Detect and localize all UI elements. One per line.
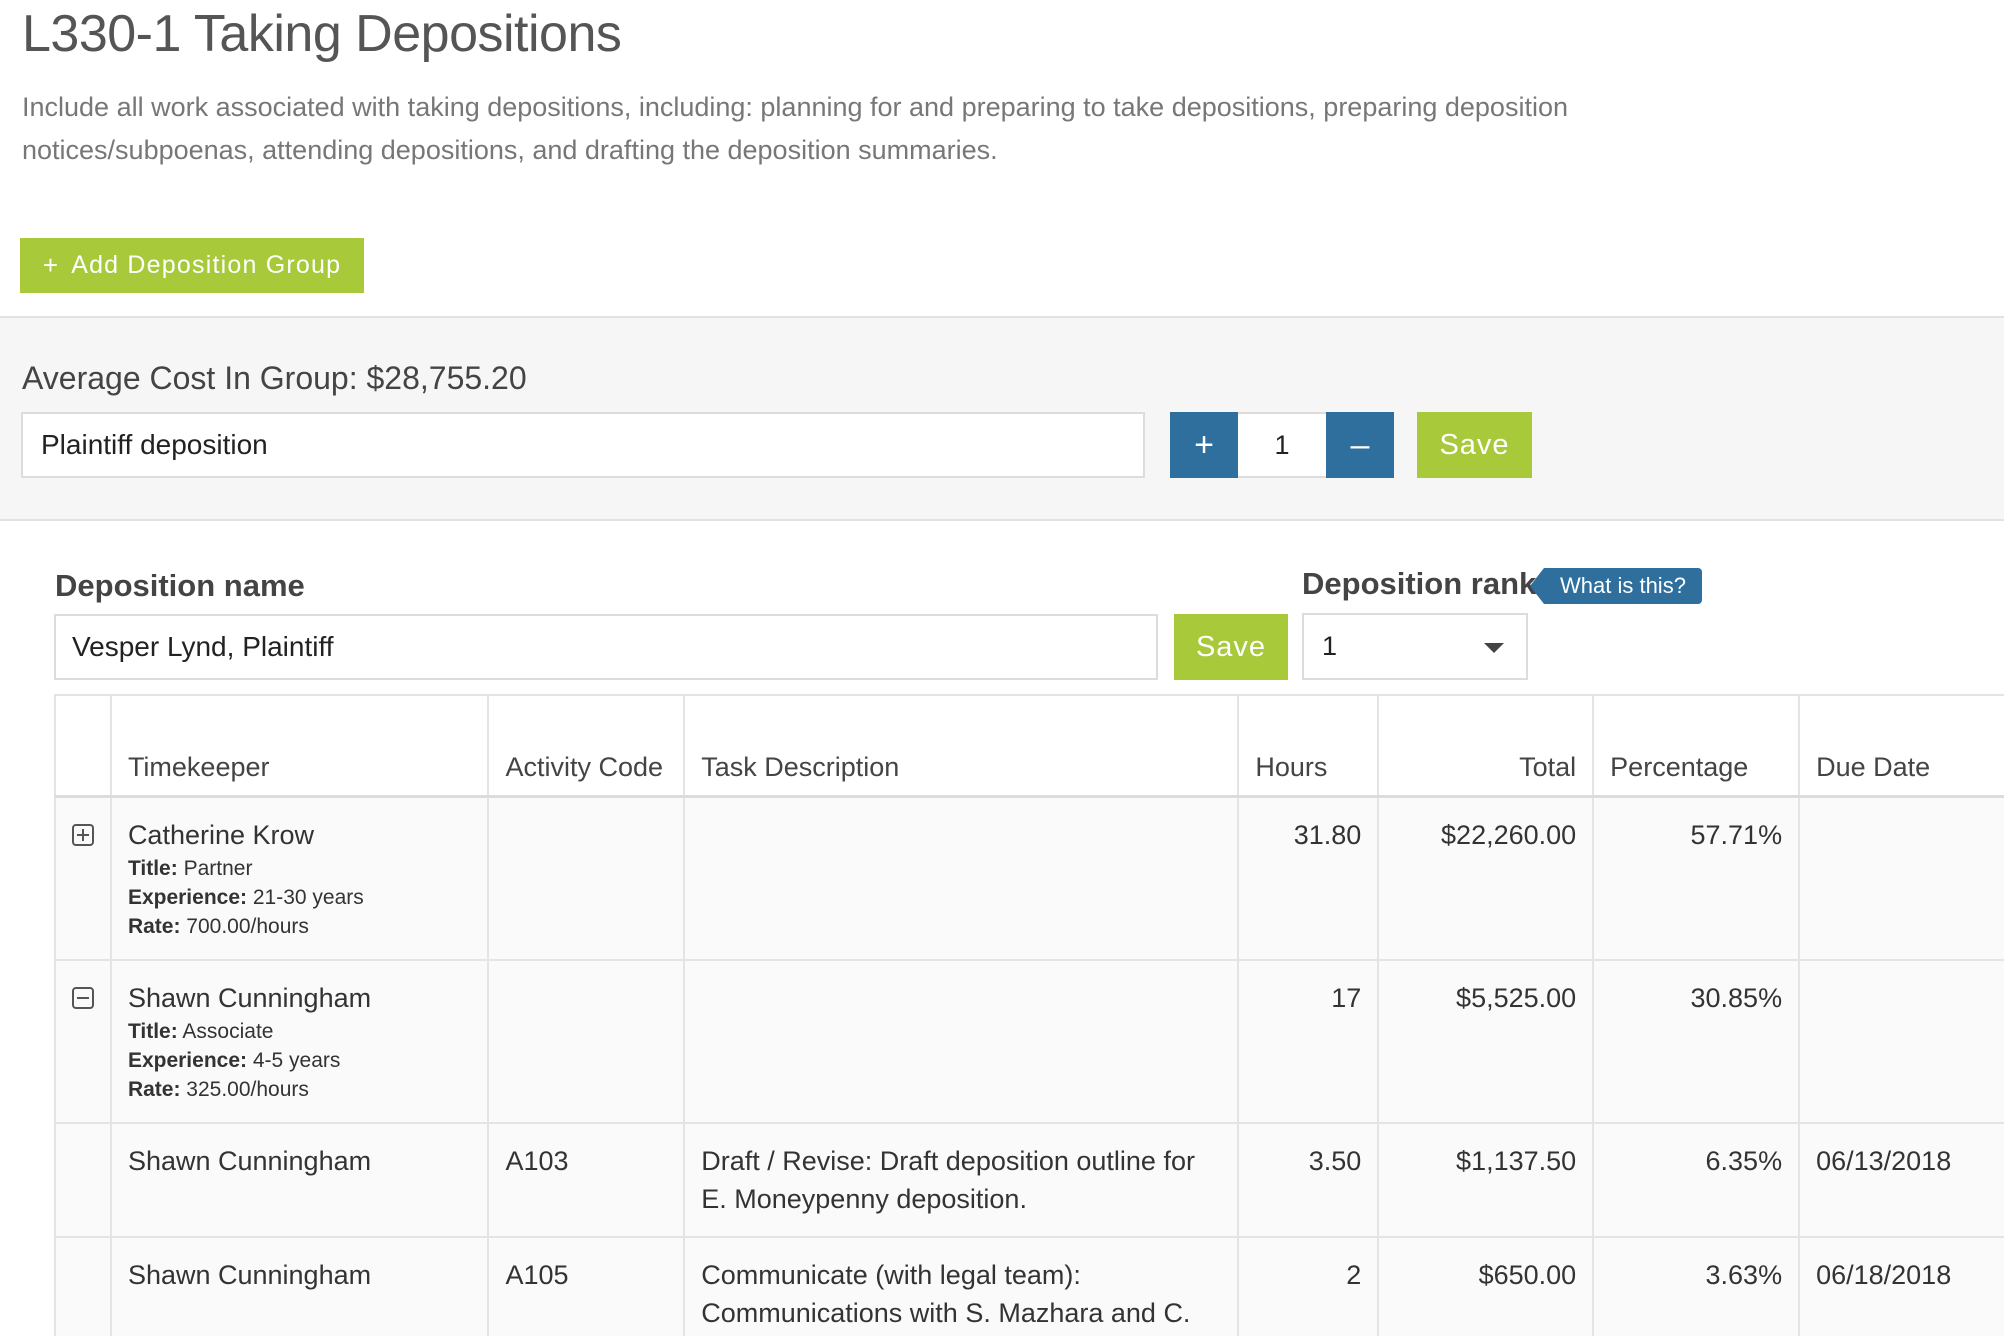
activity-code-cell: A105 (487, 1235, 686, 1336)
plus-square-icon[interactable] (71, 823, 94, 846)
column-header-percentage[interactable]: Percentage (1592, 694, 1801, 798)
column-header-task-description[interactable]: Task Description (683, 694, 1240, 798)
timekeeper-cell: Shawn Cunningham Title: Associate Experi… (109, 958, 490, 1124)
deposition-rank-select[interactable]: 1 (1302, 613, 1528, 680)
timekeeper-experience: Experience: 4-5 years (127, 1048, 341, 1072)
minus-square-icon[interactable] (71, 986, 94, 1009)
add-deposition-group-button[interactable]: + Add Deposition Group (20, 238, 364, 293)
activity-code-cell (487, 795, 686, 961)
timekeeper-cell: Shawn Cunningham (109, 1235, 490, 1336)
column-header-toggle (54, 694, 112, 798)
caret-down-icon (1484, 643, 1504, 653)
task-description-cell (683, 795, 1240, 961)
page-title: L330-1 Taking Depositions (22, 5, 622, 63)
table-header-row: Timekeeper Activity Code Task Descriptio… (54, 694, 2004, 798)
rank-selected-value: 1 (1322, 631, 1338, 661)
deposition-rank-label: Deposition rank (1302, 566, 1537, 601)
timekeeper-title: Title: Associate (127, 1019, 274, 1043)
table-row: Shawn Cunningham A103 Draft / Revise: Dr… (54, 1121, 2004, 1238)
hours-cell: 3.50 (1237, 1121, 1380, 1238)
hours-cell: 2 (1237, 1235, 1380, 1336)
average-cost-label: Average Cost In Group: $28,755.20 (22, 360, 527, 396)
timekeeper-rate: Rate: 700.00/hours (127, 914, 309, 938)
group-name-input[interactable] (21, 412, 1145, 478)
page-description: Include all work associated with taking … (22, 92, 1568, 165)
due-date-cell (1798, 958, 2004, 1124)
column-header-activity-code[interactable]: Activity Code (487, 694, 686, 798)
deposition-name-label: Deposition name (55, 568, 305, 603)
task-description-cell (683, 958, 1240, 1124)
total-cell: $650.00 (1377, 1235, 1595, 1336)
timekeeper-name: Catherine Krow (127, 819, 315, 850)
due-date-cell: 06/13/2018 (1798, 1121, 2004, 1238)
percentage-cell: 3.63% (1592, 1235, 1801, 1336)
due-date-cell (1798, 795, 2004, 961)
row-toggle-cell (54, 958, 112, 1124)
percentage-cell: 6.35% (1592, 1121, 1801, 1238)
row-toggle-cell (54, 1121, 112, 1238)
activity-code-cell: A103 (487, 1121, 686, 1238)
row-toggle-cell (54, 1235, 112, 1336)
deposition-group-panel: Average Cost In Group: $28,755.20 + 1 – … (0, 316, 2004, 521)
percentage-cell: 30.85% (1592, 958, 1801, 1124)
deposition-name-input[interactable] (54, 614, 1158, 680)
activity-code-cell (487, 958, 686, 1124)
what-is-this-help-badge[interactable]: What is this? (1530, 568, 1702, 604)
column-header-hours[interactable]: Hours (1237, 694, 1380, 798)
timekeeper-cell: Shawn Cunningham (109, 1121, 490, 1238)
add-deposition-group-label: Add Deposition Group (71, 251, 342, 279)
table-row: Catherine Krow Title: Partner Experience… (54, 795, 2004, 961)
due-date-cell: 06/18/2018 (1798, 1235, 2004, 1336)
table-row: Shawn Cunningham Title: Associate Experi… (54, 958, 2004, 1124)
column-header-due-date[interactable]: Due Date (1798, 694, 2004, 798)
count-input[interactable]: 1 (1238, 412, 1326, 478)
group-save-button[interactable]: Save (1417, 412, 1532, 478)
percentage-cell: 57.71% (1592, 795, 1801, 961)
timekeeper-cell: Catherine Krow Title: Partner Experience… (109, 795, 490, 961)
timekeeper-rate: Rate: 325.00/hours (127, 1077, 309, 1101)
total-cell: $1,137.50 (1377, 1121, 1595, 1238)
plus-icon: + (42, 250, 60, 280)
hours-cell: 17 (1237, 958, 1380, 1124)
timekeeper-experience: Experience: 21-30 years (127, 885, 364, 909)
total-cell: $22,260.00 (1377, 795, 1595, 961)
hours-cell: 31.80 (1237, 795, 1380, 961)
decrement-button[interactable]: – (1326, 412, 1394, 478)
task-description-cell: Draft / Revise: Draft deposition outline… (683, 1121, 1240, 1238)
row-toggle-cell (54, 795, 112, 961)
total-cell: $5,525.00 (1377, 958, 1595, 1124)
timekeeper-table: Timekeeper Activity Code Task Descriptio… (54, 694, 2004, 1336)
column-header-timekeeper[interactable]: Timekeeper (109, 694, 490, 798)
task-description-cell: Communicate (with legal team): Communica… (683, 1235, 1240, 1336)
table-row: Shawn Cunningham A105 Communicate (with … (54, 1235, 2004, 1336)
timekeeper-name: Shawn Cunningham (127, 982, 372, 1013)
deposition-save-button[interactable]: Save (1174, 614, 1288, 680)
increment-button[interactable]: + (1170, 412, 1238, 478)
timekeeper-title: Title: Partner (127, 856, 253, 880)
column-header-total[interactable]: Total (1377, 694, 1595, 798)
